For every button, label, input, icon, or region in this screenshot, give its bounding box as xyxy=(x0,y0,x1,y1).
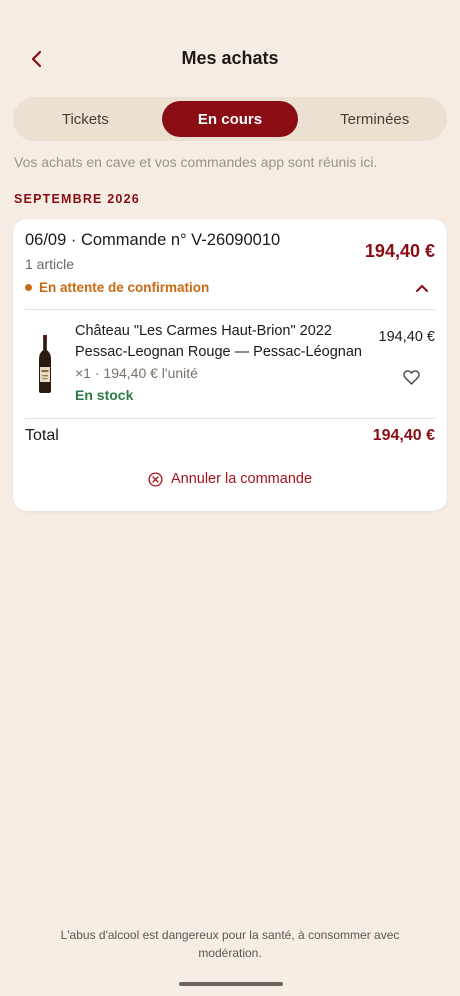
cancel-order-button[interactable]: Annuler la commande xyxy=(13,467,447,491)
order-status-label: En attente de confirmation xyxy=(39,280,210,295)
collapse-button[interactable] xyxy=(411,277,433,299)
item-price: 194,40 € xyxy=(378,329,435,345)
order-item-count: 1 article xyxy=(25,256,75,272)
order-header[interactable]: 06/09 · Commande n° V-26090010 1 article… xyxy=(25,231,435,311)
item-quantity: ×1 · 194,40 € l'unité xyxy=(75,365,198,381)
header: Mes achats xyxy=(0,36,460,82)
wine-bottle-image xyxy=(39,335,51,393)
tab-en-cours[interactable]: En cours xyxy=(161,101,299,137)
total-value: 194,40 € xyxy=(372,427,435,444)
order-title: 06/09 · Commande n° V-26090010 xyxy=(25,231,281,249)
favorite-button[interactable] xyxy=(401,367,421,387)
order-status: En attente de confirmation xyxy=(25,280,209,295)
divider xyxy=(25,418,435,419)
screen: Mes achats Tickets En cours Terminées Vo… xyxy=(0,0,460,996)
item-stock-status: En stock xyxy=(75,387,134,403)
page-subtitle: Vos achats en cave et vos commandes app … xyxy=(14,154,378,170)
order-line-item[interactable]: Château "Les Carmes Haut-Brion" 2022 Pes… xyxy=(25,319,435,415)
tab-tickets[interactable]: Tickets xyxy=(17,101,154,137)
divider xyxy=(25,309,435,310)
total-label: Total xyxy=(25,427,59,444)
page-title: Mes achats xyxy=(181,48,279,68)
order-total: 194,40 € xyxy=(364,241,435,261)
alcohol-warning: L'abus d'alcool est dangereux pour la sa… xyxy=(60,928,400,960)
tab-terminees[interactable]: Terminées xyxy=(306,101,443,137)
heart-icon xyxy=(402,369,420,385)
close-circle-icon xyxy=(148,471,163,487)
chevron-up-icon xyxy=(416,285,428,292)
item-name: Château "Les Carmes Haut-Brion" 2022 Pes… xyxy=(75,321,375,363)
total-row: Total 194,40 € xyxy=(25,427,435,451)
status-dot-icon xyxy=(25,284,32,291)
item-name-line1: Château "Les Carmes Haut-Brion" 2022 xyxy=(75,323,332,339)
item-name-line2: Pessac-Leognan Rouge — Pessac-Léognan xyxy=(75,344,362,360)
cancel-order-label: Annuler la commande xyxy=(170,471,313,487)
month-heading: SEPTEMBRE 2026 xyxy=(14,192,140,206)
segmented-tabs: Tickets En cours Terminées xyxy=(13,97,447,141)
order-card: 06/09 · Commande n° V-26090010 1 article… xyxy=(13,219,447,511)
home-indicator[interactable] xyxy=(179,982,283,986)
